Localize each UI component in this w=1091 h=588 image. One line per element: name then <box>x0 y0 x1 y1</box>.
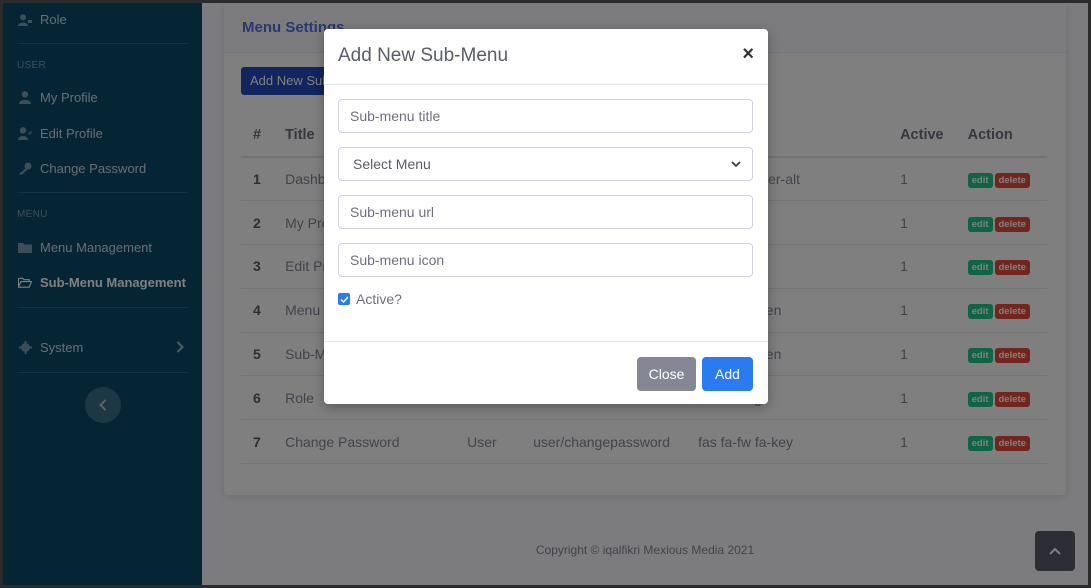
menu-select-value: Select Menu <box>353 156 431 172</box>
close-icon[interactable]: × <box>742 44 754 64</box>
active-checkbox[interactable] <box>338 293 350 305</box>
active-checkbox-row: Active? <box>338 291 754 307</box>
checkmark-icon <box>339 295 349 303</box>
submenu-icon-input[interactable]: Sub-menu icon <box>338 243 753 277</box>
chevron-down-icon <box>731 160 741 167</box>
modal-title: Add New Sub-Menu <box>338 45 509 66</box>
modal-header: Add New Sub-Menu × <box>324 29 768 85</box>
modal-body: Sub-menu title Select Menu Sub-menu url … <box>324 85 768 321</box>
app-frame: Role USER My Profile Edit Profile Change… <box>3 3 1088 585</box>
menu-select[interactable]: Select Menu <box>338 147 753 181</box>
add-submenu-modal: Add New Sub-Menu × Sub-menu title Select… <box>324 29 768 404</box>
submenu-url-input[interactable]: Sub-menu url <box>338 195 753 229</box>
active-checkbox-label: Active? <box>356 291 402 307</box>
add-button[interactable]: Add <box>702 357 753 391</box>
modal-footer: Close Add <box>324 341 768 404</box>
close-button[interactable]: Close <box>637 357 696 391</box>
submenu-title-input[interactable]: Sub-menu title <box>338 99 753 133</box>
